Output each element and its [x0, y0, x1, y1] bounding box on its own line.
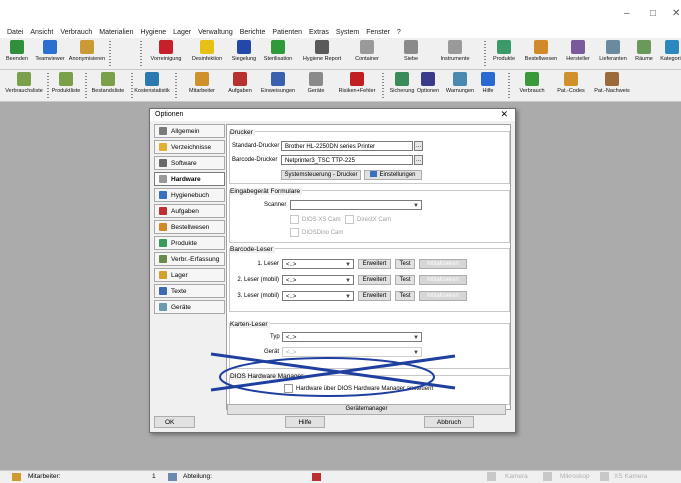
- microscope-icon: [543, 472, 552, 481]
- annotation-cross-line: [210, 352, 456, 390]
- user-icon: [12, 473, 21, 481]
- annotation-cross-line: [210, 354, 456, 392]
- microscope-button[interactable]: Mikroskop: [560, 473, 590, 480]
- department-icon: [168, 473, 177, 481]
- employee-label: Mitarbeiter:: [28, 473, 61, 480]
- employee-number: 1: [152, 473, 156, 480]
- annotation-overlay: [210, 352, 456, 397]
- annotation-ellipse: [219, 357, 435, 397]
- camera-icon: [487, 472, 496, 481]
- xs-camera-button[interactable]: XS Kamera: [614, 473, 647, 480]
- status-bar: Mitarbeiter: 1 Abteilung: Kamera Mikrosk…: [0, 470, 681, 483]
- camera-button[interactable]: Kamera: [505, 473, 528, 480]
- task-icon: [312, 473, 321, 481]
- department-label: Abteilung:: [183, 473, 212, 480]
- xs-camera-icon: [600, 472, 609, 481]
